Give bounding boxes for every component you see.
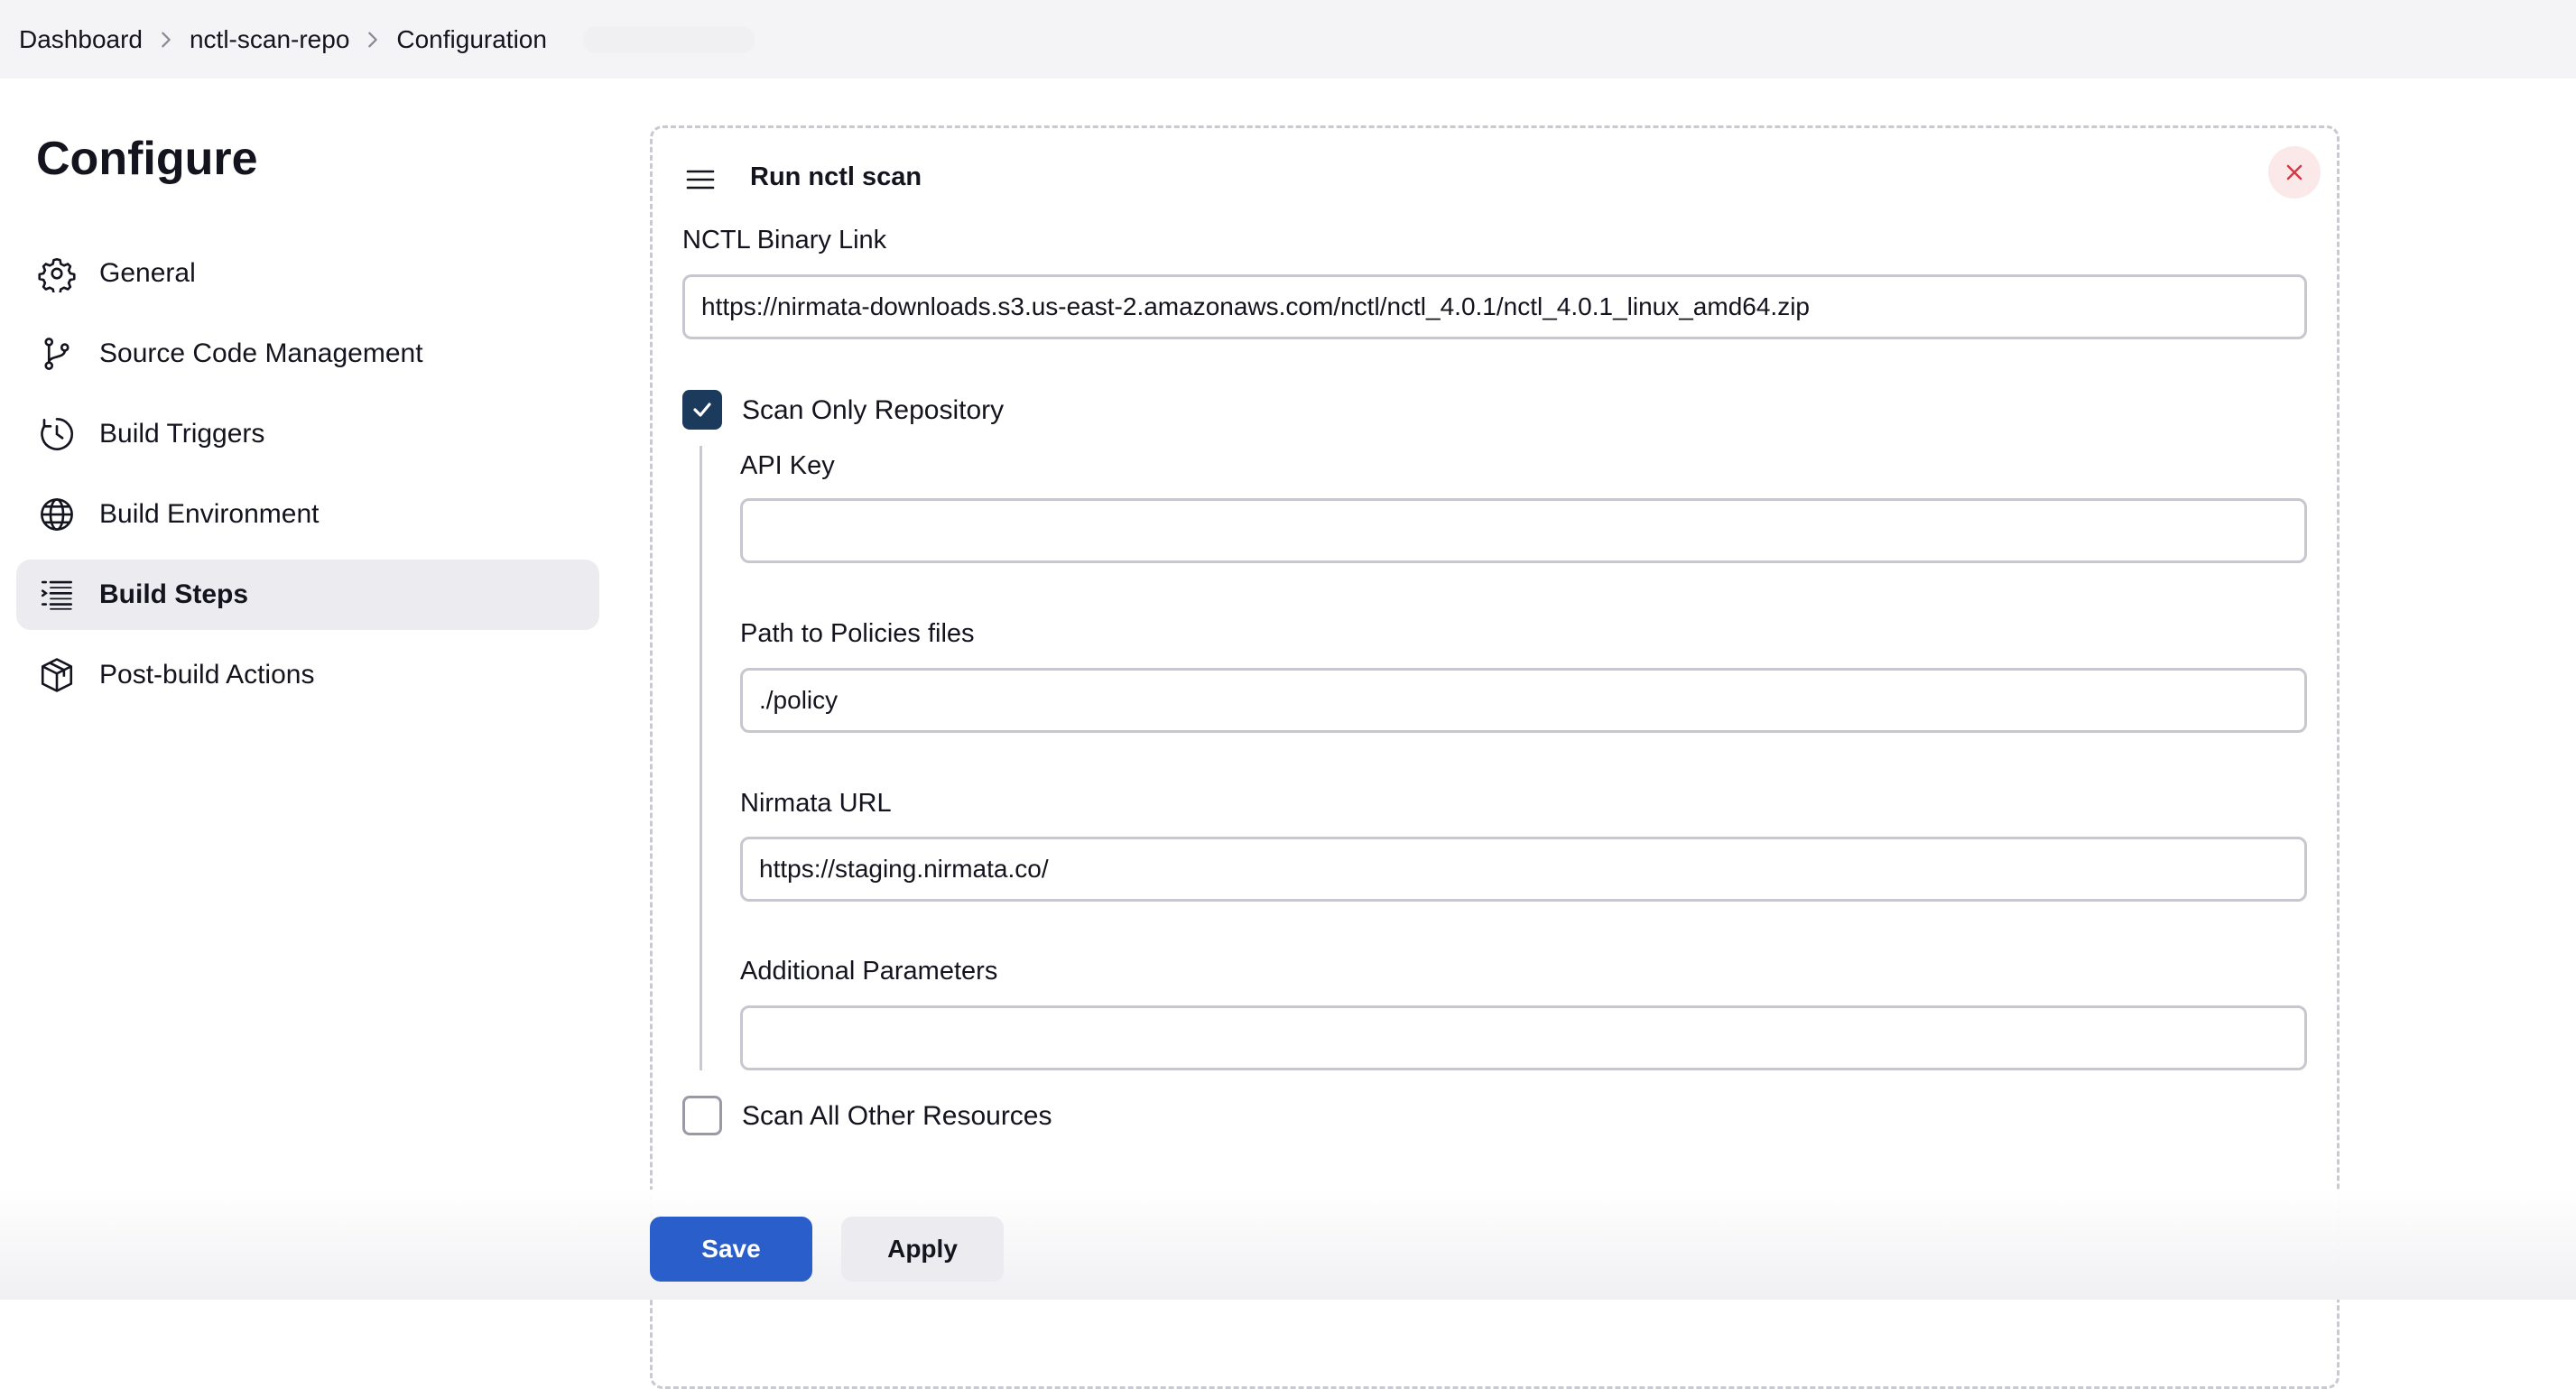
nested-section-line [700,446,702,1070]
api-key-label: API Key [740,451,835,480]
sidebar-item-build-environment[interactable]: Build Environment [16,479,599,550]
chevron-right-icon [143,30,190,50]
close-icon [2286,164,2303,181]
scan-only-repository-label[interactable]: Scan Only Repository [742,395,1004,426]
sidebar-item-post-build-actions[interactable]: Post-build Actions [16,640,599,710]
apply-button[interactable]: Apply [841,1217,1004,1282]
sidebar-nav: General Source Code Management Build Tri… [16,238,599,720]
branch-icon [38,335,76,373]
page-title: Configure [36,133,258,185]
gear-icon [38,255,76,292]
globe-icon [38,495,76,533]
additional-params-input[interactable] [740,1005,2307,1070]
breadcrumb: Dashboard nctl-scan-repo Configuration [0,0,2576,79]
scan-all-other-label[interactable]: Scan All Other Resources [742,1101,1052,1132]
sidebar-item-label: Build Environment [99,499,320,529]
build-step-title: Run nctl scan [750,162,922,191]
package-icon [38,656,76,694]
drag-handle-icon[interactable] [685,164,716,195]
sidebar-item-source-code-management[interactable]: Source Code Management [16,319,599,389]
sidebar-item-label: General [99,258,196,288]
sidebar-item-label: Build Triggers [99,419,265,449]
nctl-binary-input[interactable] [682,274,2307,339]
scan-only-repository-checkbox[interactable] [682,390,722,430]
breadcrumb-dashboard[interactable]: Dashboard [19,25,143,54]
nirmata-url-label: Nirmata URL [740,789,892,818]
breadcrumb-placeholder [582,25,755,53]
sidebar-item-build-triggers[interactable]: Build Triggers [16,399,599,469]
policies-path-input[interactable] [740,668,2307,733]
sidebar-item-build-steps[interactable]: Build Steps [16,560,599,630]
save-button[interactable]: Save [650,1217,812,1282]
sidebar-item-label: Build Steps [99,579,249,609]
close-button[interactable] [2268,146,2321,199]
api-key-input[interactable] [740,498,2307,563]
nctl-binary-label: NCTL Binary Link [682,226,887,255]
breadcrumb-configuration[interactable]: Configuration [396,25,547,54]
breadcrumb-project[interactable]: nctl-scan-repo [190,25,349,54]
list-icon [38,576,76,614]
policies-path-label: Path to Policies files [740,619,975,648]
chevron-right-icon [349,30,396,50]
scan-all-other-checkbox[interactable] [682,1096,722,1135]
checkmark-icon [693,403,711,417]
sidebar-item-label: Post-build Actions [99,660,315,690]
additional-params-label: Additional Parameters [740,957,998,986]
clock-icon [38,415,76,453]
nirmata-url-input[interactable] [740,837,2307,902]
sidebar-item-label: Source Code Management [99,338,423,368]
sidebar-item-general[interactable]: General [16,238,599,309]
footer-bar [0,1190,2576,1300]
